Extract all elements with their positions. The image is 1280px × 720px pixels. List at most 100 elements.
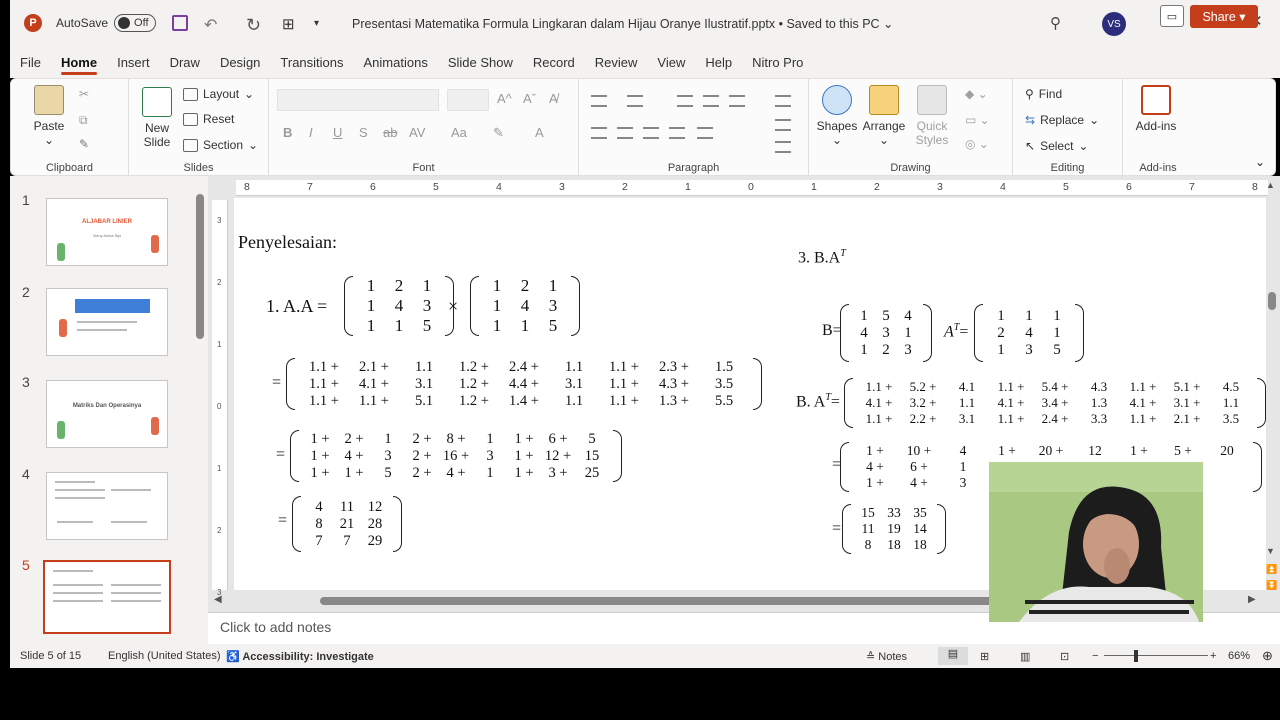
columns-icon[interactable] [697, 127, 713, 139]
vertical-scrollbar[interactable] [1268, 292, 1276, 310]
clear-formatting-icon[interactable]: A̸ [549, 91, 558, 106]
character-spacing-icon[interactable]: AV [409, 125, 425, 140]
strikethrough-icon[interactable]: ab [383, 125, 397, 140]
thumbnail-scrollbar[interactable] [196, 194, 204, 339]
slideshow-view-icon[interactable]: ⊡ [1060, 650, 1069, 663]
undo-icon[interactable]: ↶ [204, 15, 230, 34]
font-size-input[interactable] [447, 89, 489, 111]
highlight-icon[interactable]: ✎ [493, 125, 504, 141]
slide-thumbnail-2[interactable] [46, 288, 168, 356]
zoom-level[interactable]: 66% [1228, 650, 1250, 662]
font-color-icon[interactable]: A [535, 125, 544, 140]
zoom-out-icon[interactable]: − [1092, 650, 1098, 662]
zoom-slider[interactable] [1104, 655, 1208, 656]
replace-button[interactable]: ⇆ Replace ⌄ [1025, 113, 1099, 127]
tab-design[interactable]: Design [210, 46, 270, 78]
accessibility-button[interactable]: ♿ Accessibility: Investigate [226, 650, 374, 663]
slide-thumbnail-5[interactable] [43, 560, 171, 634]
bullets-icon[interactable] [591, 95, 607, 107]
slide-thumbnail-3[interactable]: Matriks Dan Operasinya [46, 380, 168, 448]
normal-view-icon[interactable]: ▤ [938, 647, 968, 665]
comments-icon[interactable]: ▭ [1160, 5, 1184, 27]
font-name-input[interactable] [277, 89, 439, 111]
scroll-right-icon[interactable]: ▶ [1248, 594, 1256, 605]
slide-heading[interactable]: Penyelesaian: [238, 232, 337, 253]
align-left-icon[interactable] [591, 127, 607, 139]
horizontal-scroll-thumb[interactable] [320, 597, 1000, 605]
scroll-left-icon[interactable]: ◀ [214, 594, 222, 605]
tab-animations[interactable]: Animations [354, 46, 438, 78]
zoom-in-icon[interactable]: + [1210, 650, 1216, 662]
justify-icon[interactable] [669, 127, 685, 139]
shape-fill-icon[interactable]: ◆ ⌄ [965, 87, 988, 101]
align-right-icon[interactable] [643, 127, 659, 139]
notes-toggle-button[interactable]: ≙ Notes [866, 650, 907, 663]
paste-button[interactable]: Paste ⌄ [29, 85, 69, 147]
italic-icon[interactable]: I [309, 125, 313, 140]
decrease-font-icon[interactable]: Aˇ [523, 91, 536, 106]
bold-icon[interactable]: B [283, 125, 292, 140]
format-painter-icon[interactable]: ✎ [79, 137, 89, 151]
increase-font-icon[interactable]: A^ [497, 91, 512, 106]
tab-view[interactable]: View [647, 46, 695, 78]
previous-slide-icon[interactable]: ⏫ [1266, 564, 1277, 575]
numbering-icon[interactable] [627, 95, 643, 107]
arrange-button[interactable]: Arrange ⌄ [861, 85, 907, 147]
tab-review[interactable]: Review [585, 46, 648, 78]
fit-to-window-icon[interactable]: ⊕ [1262, 648, 1273, 664]
reading-view-icon[interactable]: ▥ [1020, 650, 1030, 663]
save-icon[interactable] [172, 15, 189, 31]
zoom-slider-handle[interactable] [1134, 650, 1138, 662]
section-button[interactable]: Section ⌄ [183, 138, 258, 152]
avatar[interactable]: VS [1102, 12, 1126, 36]
new-slide-button[interactable]: New Slide [137, 87, 177, 149]
align-text-icon[interactable] [775, 119, 791, 131]
shapes-button[interactable]: Shapes ⌄ [815, 85, 859, 147]
document-title[interactable]: Presentasi Matematika Formula Lingkaran … [352, 16, 893, 31]
shape-outline-icon[interactable]: ▭ ⌄ [965, 113, 990, 127]
tab-help[interactable]: Help [695, 46, 742, 78]
search-icon[interactable]: ⚲ [1050, 14, 1061, 32]
matrix-cell: 1.2 + [459, 358, 489, 375]
share-button[interactable]: Share ▾ [1190, 5, 1258, 28]
copy-icon[interactable]: ⧉ [79, 113, 88, 128]
cut-icon[interactable]: ✂ [79, 87, 89, 101]
align-center-icon[interactable] [617, 127, 633, 139]
quick-styles-button[interactable]: Quick Styles [909, 85, 955, 147]
slide-thumbnail-1[interactable]: ALJABAR LINIER Vieny Anisa Sipi [46, 198, 168, 266]
autosave-toggle[interactable]: Off [114, 14, 157, 32]
collapse-ribbon-icon[interactable]: ⌄ [1255, 155, 1265, 169]
smartart-icon[interactable] [775, 141, 791, 153]
language-indicator[interactable]: English (United States) [108, 650, 221, 662]
select-button[interactable]: ↖ Select ⌄ [1025, 139, 1088, 153]
increase-indent-icon[interactable] [703, 95, 719, 107]
tab-record[interactable]: Record [523, 46, 585, 78]
scroll-down-icon[interactable]: ▼ [1266, 546, 1275, 556]
redo-icon[interactable]: ↻ [246, 15, 266, 35]
line-spacing-icon[interactable] [729, 95, 745, 107]
tab-insert[interactable]: Insert [107, 46, 160, 78]
scroll-up-icon[interactable]: ▲ [1266, 180, 1275, 190]
decrease-indent-icon[interactable] [677, 95, 693, 107]
slide-sorter-icon[interactable]: ⊞ [980, 650, 989, 663]
tab-slide-show[interactable]: Slide Show [438, 46, 523, 78]
tab-transitions[interactable]: Transitions [270, 46, 353, 78]
layout-button[interactable]: Layout ⌄ [183, 87, 254, 101]
text-direction-icon[interactable] [775, 95, 791, 107]
reset-button[interactable]: Reset [183, 112, 234, 126]
shape-effects-icon[interactable]: ◎ ⌄ [965, 137, 989, 151]
matrix-bracket-right [753, 358, 762, 410]
tab-draw[interactable]: Draw [160, 46, 210, 78]
tab-nitro-pro[interactable]: Nitro Pro [742, 46, 813, 78]
addins-button[interactable]: Add-ins [1133, 85, 1179, 133]
customize-quick-access-icon[interactable]: ▾ [314, 18, 328, 29]
change-case-icon[interactable]: Aa [451, 125, 467, 140]
underline-icon[interactable]: U [333, 125, 342, 140]
slide-thumbnail-4[interactable] [46, 472, 168, 540]
find-button[interactable]: ⚲ Find [1025, 87, 1062, 101]
next-slide-icon[interactable]: ⏬ [1266, 580, 1277, 591]
shadow-icon[interactable]: S [359, 125, 368, 140]
tab-home[interactable]: Home [51, 46, 107, 78]
present-from-start-icon[interactable]: ⊞ [282, 15, 304, 33]
tab-file[interactable]: File [10, 46, 51, 78]
